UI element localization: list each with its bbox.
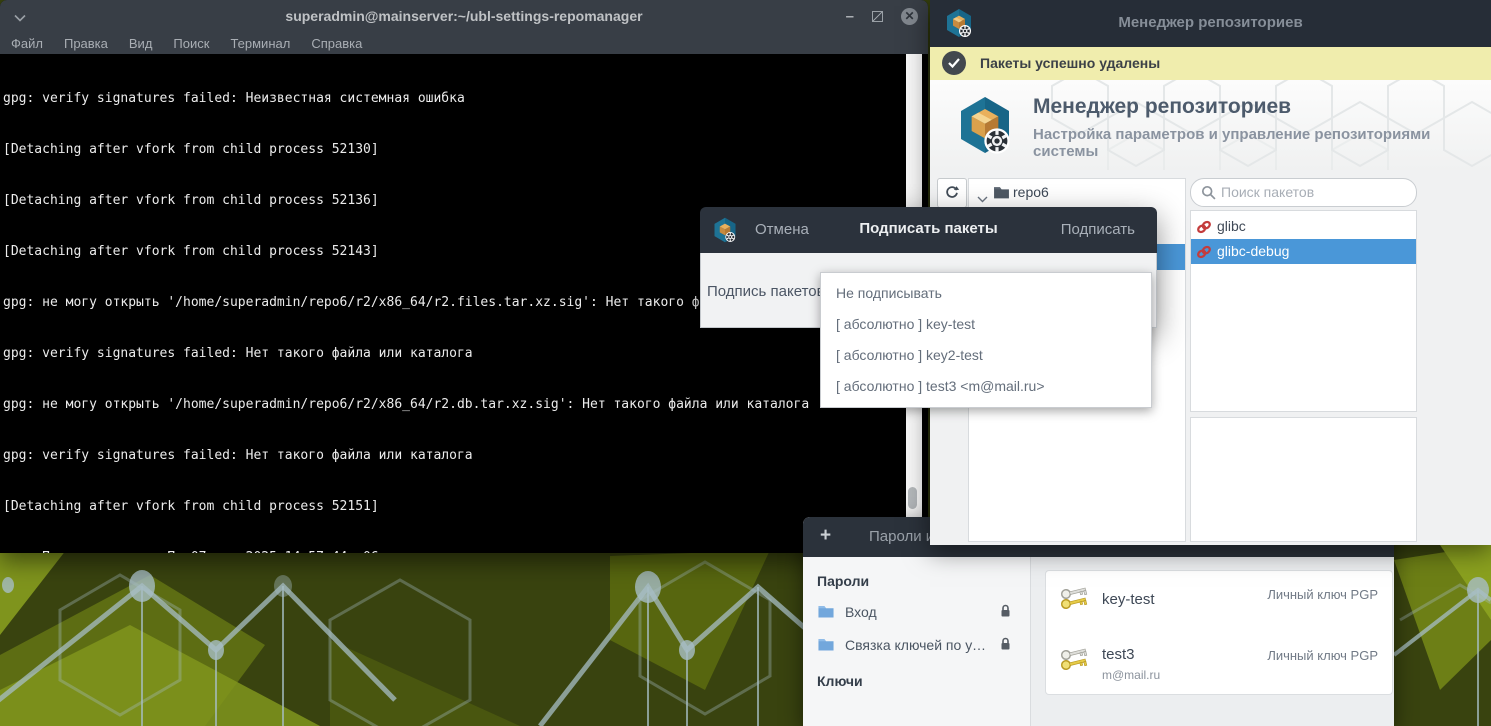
package-search-input[interactable]: Поиск пакетов — [1190, 178, 1417, 207]
keyring-list: key-test Личный ключ PGP — [1031, 557, 1394, 726]
sign-field-label: Подпись пакетов: — [707, 283, 829, 300]
menu-help[interactable]: Справка — [311, 36, 362, 51]
desktop-screen: superadmin@mainserver:~/ubl-settings-rep… — [0, 0, 1491, 726]
repo-app-icon-large — [953, 93, 1017, 162]
dialog-header: Отмена Подписать пакеты Подписать — [700, 207, 1157, 253]
folder-icon — [993, 185, 1010, 204]
chevron-down-icon[interactable] — [977, 190, 988, 208]
dropdown-option-test3[interactable]: [ абсолютно ] test3 <m@mail.ru> — [821, 371, 1151, 402]
key-type: Личный ключ PGP — [1267, 648, 1378, 663]
terminal-line: gpg: verify signatures failed: Нет таког… — [3, 447, 909, 464]
folder-icon — [817, 604, 835, 623]
close-icon[interactable]: ✕ — [901, 8, 918, 25]
refresh-icon — [944, 183, 960, 204]
refresh-button[interactable] — [937, 178, 967, 208]
key-pair-icon — [1058, 585, 1092, 620]
lock-icon — [999, 637, 1012, 656]
search-placeholder: Поиск пакетов — [1221, 184, 1314, 200]
key-select-dropdown: Не подписывать [ абсолютно ] key-test [ … — [820, 272, 1152, 408]
menu-file[interactable]: Файл — [11, 36, 43, 51]
key-type: Личный ключ PGP — [1267, 587, 1378, 602]
sidebar-item-default-keyring[interactable]: Связка ключей по умо… — [803, 630, 1030, 660]
menu-view[interactable]: Вид — [129, 36, 153, 51]
dropdown-option-none[interactable]: Не подписывать — [821, 278, 1151, 309]
tree-item-repo6[interactable]: repo6 — [969, 179, 1185, 206]
package-name: glibc — [1217, 218, 1246, 234]
check-icon — [942, 51, 966, 75]
key-row[interactable]: key-test Личный ключ PGP — [1045, 570, 1393, 634]
package-row-glibc[interactable]: glibc — [1191, 214, 1416, 239]
repo-titlebar[interactable]: Менеджер репозиториев — [930, 0, 1491, 47]
menu-terminal[interactable]: Терминал — [230, 36, 290, 51]
menu-edit[interactable]: Правка — [64, 36, 108, 51]
page-subtitle: Настройка параметров и управление репози… — [1033, 126, 1491, 160]
notification-text: Пакеты успешно удалены — [980, 55, 1160, 71]
sign-button[interactable]: Подписать — [1061, 221, 1135, 238]
key-pair-icon — [1058, 646, 1092, 681]
search-icon — [1201, 185, 1216, 205]
notification-bar: Пакеты успешно удалены — [930, 47, 1491, 80]
scrollbar-thumb[interactable] — [908, 487, 917, 509]
terminal-line: gpg: verify signatures failed: Неизвестн… — [3, 90, 909, 107]
repo-window-title: Менеджер репозиториев — [930, 14, 1491, 31]
terminal-menubar: Файл Правка Вид Поиск Терминал Справка — [0, 32, 928, 54]
keys-header: Ключи — [817, 673, 863, 689]
keyring-sidebar: Пароли Вход Связка ключей по умо… — [803, 557, 1031, 726]
dropdown-option-key-test[interactable]: [ абсолютно ] key-test — [821, 309, 1151, 340]
link-icon — [1196, 244, 1212, 265]
link-icon — [1196, 219, 1212, 240]
keyring-window: + Пароли и ключи Пароли Вход Связка ключ… — [803, 517, 1394, 726]
terminal-line: [Detaching after vfork from child proces… — [3, 141, 909, 158]
add-key-button[interactable]: + — [820, 525, 831, 547]
package-row-glibc-debug[interactable]: glibc-debug — [1191, 239, 1416, 264]
restore-icon[interactable] — [872, 11, 883, 22]
terminal-line: gpg: Подпись сделана Пн 07 июл 2025 14:5… — [3, 549, 909, 553]
folder-icon — [817, 637, 835, 656]
sidebar-item-label: Связка ключей по умо… — [845, 637, 995, 653]
terminal-line: gpg: verify signatures failed: Нет таког… — [3, 345, 909, 362]
page-title: Менеджер репозиториев — [1033, 95, 1291, 119]
repo-header-banner: Менеджер репозиториев Настройка параметр… — [930, 80, 1491, 170]
key-name: key-test — [1102, 591, 1155, 608]
terminal-line: gpg: не могу открыть '/home/superadmin/r… — [3, 396, 909, 413]
terminal-line: [Detaching after vfork from child proces… — [3, 498, 909, 515]
lock-icon — [999, 604, 1012, 623]
terminal-title: superadmin@mainserver:~/ubl-settings-rep… — [0, 8, 928, 24]
sidebar-item-label: Вход — [845, 604, 877, 620]
sidebar-item-login[interactable]: Вход — [803, 597, 1030, 627]
passwords-header: Пароли — [817, 573, 869, 589]
package-list: glibc glibc-debug — [1190, 210, 1417, 412]
tree-item-label: repo6 — [1013, 184, 1049, 200]
terminal-titlebar[interactable]: superadmin@mainserver:~/ubl-settings-rep… — [0, 0, 928, 32]
package-name: glibc-debug — [1217, 243, 1289, 259]
package-detail-panel — [1190, 417, 1417, 542]
key-row[interactable]: test3 m@mail.ru Личный ключ PGP — [1045, 632, 1393, 695]
menu-search[interactable]: Поиск — [173, 36, 209, 51]
key-email: m@mail.ru — [1102, 668, 1160, 682]
minimize-icon[interactable]: – — [846, 9, 854, 24]
dropdown-option-key2-test[interactable]: [ абсолютно ] key2-test — [821, 340, 1151, 371]
key-name: test3 — [1102, 646, 1135, 663]
